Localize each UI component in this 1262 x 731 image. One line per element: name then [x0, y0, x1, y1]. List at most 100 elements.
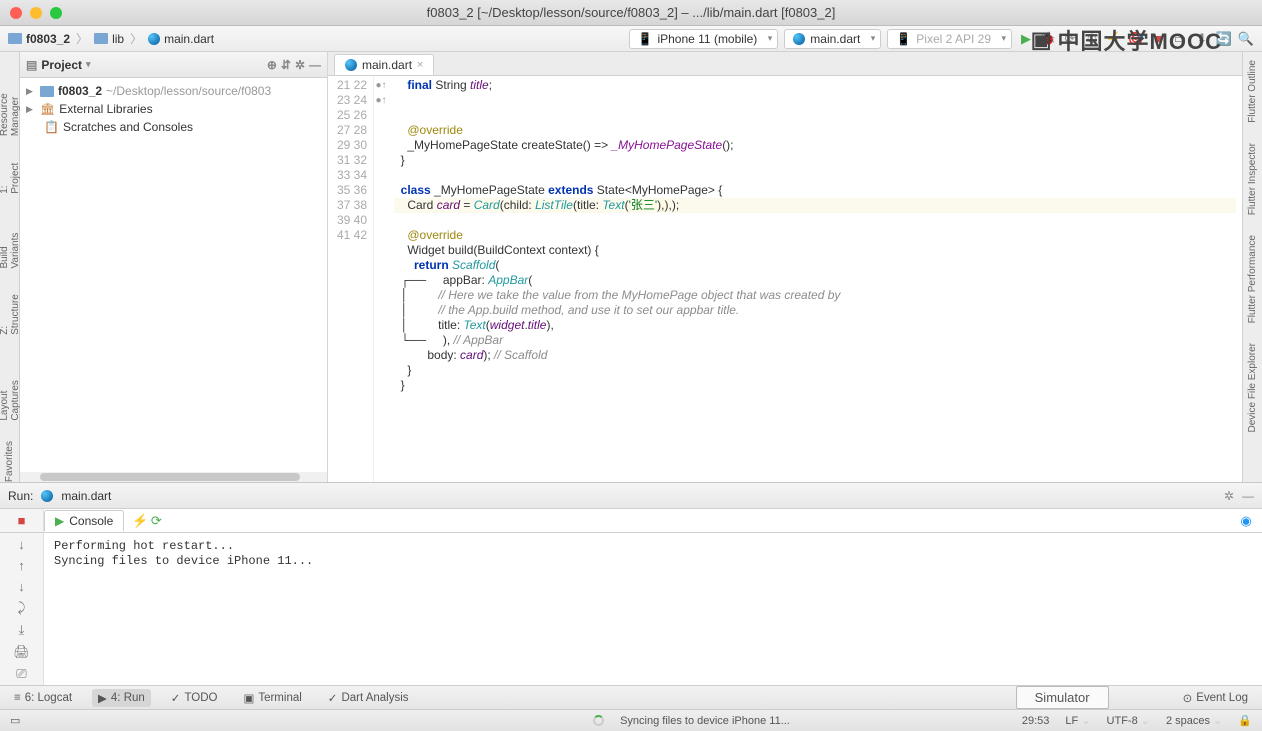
navbar: f0803_2 〉 lib 〉 main.dart 📱 iPhone 11 (m… [0, 26, 1262, 52]
lock-icon[interactable]: 🔒 [1238, 714, 1252, 727]
device-selector[interactable]: 📱 iPhone 11 (mobile) [629, 29, 779, 49]
breadcrumb-folder[interactable]: lib [94, 32, 124, 46]
window-controls [10, 7, 62, 19]
breadcrumb-folder-label: lib [112, 32, 124, 46]
locate-icon[interactable]: ⊕ [267, 58, 277, 72]
code-area[interactable]: final String title; @override _MyHomePag… [388, 76, 1242, 482]
tool-favorites[interactable]: Favorites [4, 441, 15, 482]
down-icon[interactable]: ↓ [11, 579, 33, 594]
open-devtools-icon[interactable]: ◉ [1238, 513, 1254, 529]
run-icon[interactable]: ▶ [1018, 31, 1034, 47]
tree-item-external-libs[interactable]: ▶ 🏛 External Libraries [20, 100, 327, 118]
console-tab-label: Console [69, 514, 113, 528]
soft-wrap-icon[interactable]: ⤸ [11, 600, 33, 616]
window-title: f0803_2 [~/Desktop/lesson/source/f0803_2… [427, 5, 836, 20]
sync-icon[interactable]: 🔄 [1216, 31, 1232, 47]
tab-run[interactable]: ▶ 4: Run [92, 689, 151, 707]
tool-flutter-performance[interactable]: Flutter Performance [1247, 235, 1258, 323]
tool-build-variants[interactable]: Build Variants [0, 214, 21, 269]
left-tool-strip: Resource Manager 1: Project Build Varian… [0, 52, 20, 482]
h-scrollbar[interactable] [20, 472, 327, 482]
tree-item-project-root[interactable]: ▶ f0803_2 ~/Desktop/lesson/source/f0803 [20, 82, 327, 100]
tool-resource-manager[interactable]: Resource Manager [0, 60, 21, 136]
tool-device-file-explorer[interactable]: Device File Explorer [1247, 343, 1258, 432]
dart-icon [148, 33, 160, 45]
zoom-icon[interactable] [50, 7, 62, 19]
console-tab[interactable]: ▶ Console [44, 510, 124, 531]
search-icon[interactable]: 🔍 [1238, 31, 1254, 47]
status-position[interactable]: 29:53 [1022, 715, 1050, 727]
folder-icon [40, 86, 54, 97]
close-icon[interactable] [10, 7, 22, 19]
avd-icon[interactable]: ▭ [1172, 31, 1188, 47]
run-side-toolbar: ↓ ↑ ↓ ⤸ ⤓ 🖨 ⎚ [0, 533, 44, 685]
clear-icon[interactable]: ⎚ [11, 666, 33, 682]
status-encoding[interactable]: UTF-8 ⌄ [1107, 714, 1150, 727]
dart-icon [793, 33, 805, 45]
tree-item-scratches[interactable]: 📋 Scratches and Consoles [20, 118, 327, 136]
project-tree: ▶ f0803_2 ~/Desktop/lesson/source/f0803 … [20, 78, 327, 140]
tab-event-log[interactable]: ⊙ Event Log [1177, 689, 1254, 707]
run-panel-header: Run: main.dart ✲ — [0, 483, 1262, 509]
attach-icon[interactable]: 🎯 [1128, 31, 1144, 47]
print-icon[interactable]: 🖨 [11, 644, 33, 660]
status-indent[interactable]: 2 spaces ⌄ [1166, 714, 1222, 727]
folder-icon [94, 33, 108, 44]
minimize-icon[interactable] [30, 7, 42, 19]
tool-layout-captures[interactable]: Layout Captures [0, 355, 21, 421]
right-tool-strip: Flutter Outline Flutter Inspector Flutte… [1242, 52, 1262, 482]
bottom-tool-tabs: ≡ 6: Logcat ▶ 4: Run ✓ TODO ▣ Terminal ✓… [0, 685, 1262, 709]
project-panel-title: Project [41, 58, 82, 72]
up-icon[interactable]: ↑ [11, 558, 33, 573]
sdk-icon[interactable]: ⬇ [1194, 31, 1210, 47]
chevron-right-icon[interactable]: ▶ [26, 86, 36, 97]
tool-flutter-outline[interactable]: Flutter Outline [1247, 60, 1258, 123]
chevron-right-icon[interactable]: ▶ [26, 104, 36, 115]
profile-icon[interactable]: ⏱ [1084, 31, 1100, 47]
hot-reload-icon[interactable]: ⚡ [132, 513, 148, 529]
hot-reload-icon[interactable]: ⚡ [1106, 31, 1122, 47]
gear-icon[interactable]: ✲ [295, 58, 305, 72]
breadcrumb-file-label: main.dart [164, 32, 214, 46]
run-tabs: ■ ▶ Console ⚡ ⟳ ◉ [0, 509, 1262, 533]
close-icon[interactable]: × [417, 59, 423, 71]
gear-icon[interactable]: ✲ [1224, 489, 1234, 503]
tree-label: External Libraries [59, 102, 152, 116]
tree-path: ~/Desktop/lesson/source/f0803 [106, 84, 271, 98]
chevron-right-icon: 〉 [130, 30, 142, 47]
coverage-icon[interactable]: ⟳ [1062, 31, 1078, 47]
breadcrumb-file[interactable]: main.dart [148, 32, 214, 46]
simulator-indicator[interactable]: Simulator [1016, 686, 1109, 709]
stop-icon[interactable]: ■ [11, 510, 33, 532]
editor-tab-label: main.dart [362, 58, 412, 72]
hide-icon[interactable]: — [309, 58, 321, 72]
emulator-selector[interactable]: 📱 Pixel 2 API 29 [887, 29, 1012, 49]
console-output[interactable]: Performing hot restart... Syncing files … [44, 533, 1262, 685]
expand-icon[interactable]: ⇵ [281, 58, 291, 72]
editor-tab-main[interactable]: main.dart × [334, 54, 434, 75]
tool-flutter-inspector[interactable]: Flutter Inspector [1247, 143, 1258, 215]
status-icon: ▭ [10, 714, 20, 727]
tab-logcat[interactable]: ≡ 6: Logcat [8, 690, 78, 706]
tree-label: Scratches and Consoles [63, 120, 193, 134]
status-line-ending[interactable]: LF ⌄ [1065, 714, 1090, 727]
line-gutter: 21 22 23 24 25 26 27 28 29 30 31 32 33 3… [328, 76, 374, 482]
hot-restart-icon[interactable]: ⟳ [148, 513, 164, 529]
main-area: Resource Manager 1: Project Build Varian… [0, 52, 1262, 482]
editor-body[interactable]: 21 22 23 24 25 26 27 28 29 30 31 32 33 3… [328, 76, 1242, 482]
run-config-selector[interactable]: main.dart [784, 29, 881, 49]
rerun-icon[interactable]: ↓ [11, 537, 33, 552]
tool-structure[interactable]: Z: Structure [0, 288, 21, 335]
breadcrumb-project[interactable]: f0803_2 [8, 32, 70, 46]
library-icon: 🏛 [40, 102, 55, 116]
stop-icon[interactable]: ■ [1150, 31, 1166, 47]
tab-todo[interactable]: ✓ TODO [165, 689, 224, 707]
tab-dart-analysis[interactable]: ✓ Dart Analysis [322, 689, 415, 707]
debug-icon[interactable]: 🐞 [1040, 31, 1056, 47]
run-title: Run: [8, 489, 33, 503]
scroll-end-icon[interactable]: ⤓ [11, 622, 33, 638]
tab-terminal[interactable]: ▣ Terminal [237, 689, 307, 707]
tool-project[interactable]: 1: Project [0, 156, 21, 194]
hide-icon[interactable]: — [1242, 489, 1254, 503]
play-icon: ▶ [55, 514, 64, 528]
